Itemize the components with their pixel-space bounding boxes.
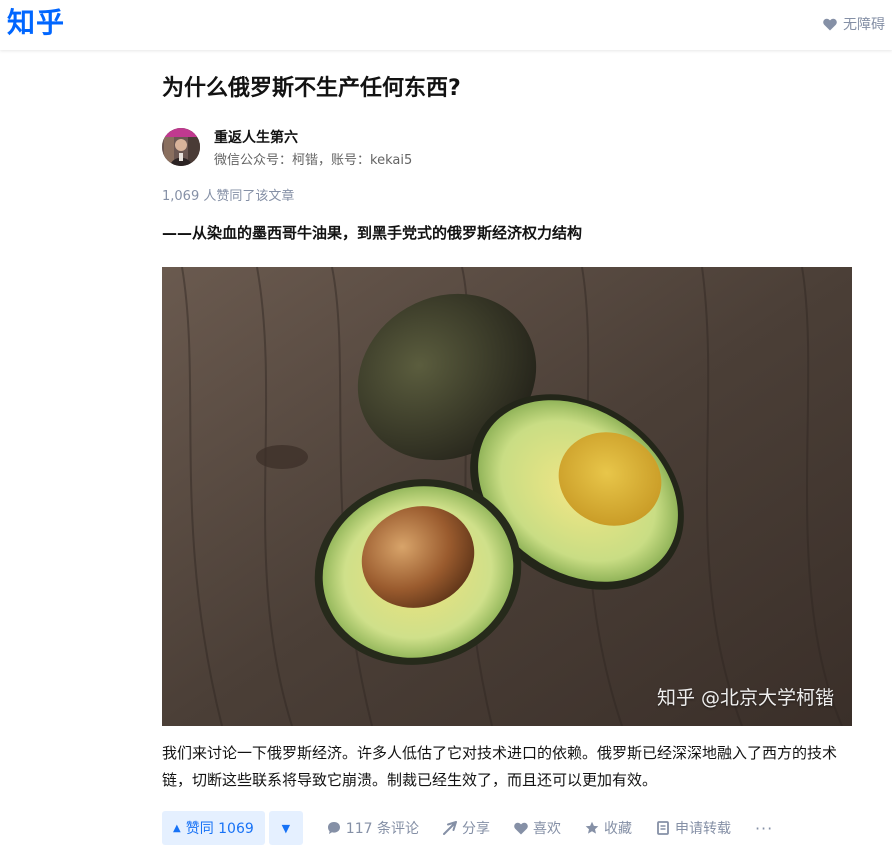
- author-avatar[interactable]: [162, 128, 200, 166]
- heart-icon: [514, 822, 528, 834]
- accessibility-button[interactable]: 无障碍: [823, 14, 885, 34]
- comment-icon: [327, 822, 340, 834]
- like-label: 喜欢: [532, 821, 561, 837]
- vote-down-button[interactable]: ▼: [268, 811, 303, 845]
- repost-label: 申请转载: [674, 821, 731, 837]
- vote-up-button[interactable]: ▲ 赞同 1069: [162, 811, 265, 845]
- triangle-up-icon: ▲: [173, 822, 181, 834]
- article-paragraph: 我们来讨论一下俄罗斯经济。许多人低估了它对技术进口的依赖。俄罗斯已经深深地融入了…: [162, 744, 838, 789]
- document-icon: [657, 821, 669, 835]
- image-watermark: 知乎 @北京大学柯锴: [656, 687, 834, 709]
- like-button[interactable]: 喜欢: [514, 818, 561, 838]
- article-image-avocado: 知乎 @北京大学柯锴: [162, 267, 852, 726]
- vote-up-label: 赞同 1069: [185, 821, 254, 837]
- accessibility-label: 无障碍: [843, 17, 885, 33]
- article-subtitle: ——从染血的墨西哥牛油果，到黑手党式的俄罗斯经济权力结构: [162, 224, 583, 242]
- favorite-button[interactable]: 收藏: [585, 818, 632, 838]
- triangle-down-icon: ▼: [281, 821, 291, 835]
- favorite-label: 收藏: [603, 821, 632, 837]
- author-bio: 微信公众号：柯锴，账号：kekai5: [214, 153, 413, 168]
- top-bar: 知乎 无障碍: [0, 0, 892, 50]
- share-icon: [442, 821, 457, 835]
- heart-icon: [823, 18, 837, 30]
- repost-button[interactable]: 申请转载: [656, 818, 731, 838]
- action-bar: ▲ 赞同 1069 ▼ 117 条评论 分享 喜欢 收藏 申请转载 ···: [162, 811, 852, 845]
- star-icon: [585, 821, 599, 834]
- avocado-illustration: [162, 267, 852, 726]
- more-button[interactable]: ···: [755, 819, 773, 838]
- vote-count-text: 1,069 人赞同了该文章: [162, 189, 295, 204]
- article-title: 为什么俄罗斯不生产任何东西?: [162, 76, 461, 101]
- author-info: 重返人生第六 微信公众号：柯锴，账号：kekai5: [162, 128, 852, 168]
- share-button[interactable]: 分享: [442, 818, 490, 838]
- comment-label: 117 条评论: [345, 821, 419, 837]
- author-name[interactable]: 重返人生第六: [214, 127, 298, 147]
- zhihu-logo[interactable]: 知乎: [7, 5, 65, 41]
- share-label: 分享: [461, 821, 490, 837]
- comment-button[interactable]: 117 条评论: [327, 818, 419, 838]
